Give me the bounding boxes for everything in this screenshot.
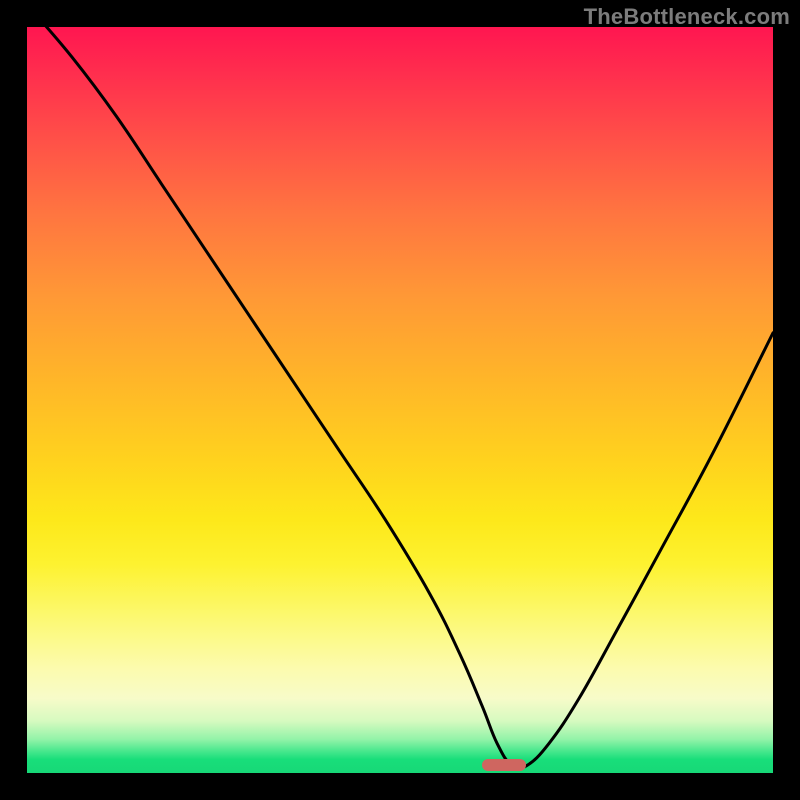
chart-container: TheBottleneck.com (0, 0, 800, 800)
plot-area (27, 27, 773, 773)
optimal-point-marker (482, 759, 526, 771)
watermark-text: TheBottleneck.com (584, 4, 790, 30)
bottleneck-curve (27, 27, 773, 773)
